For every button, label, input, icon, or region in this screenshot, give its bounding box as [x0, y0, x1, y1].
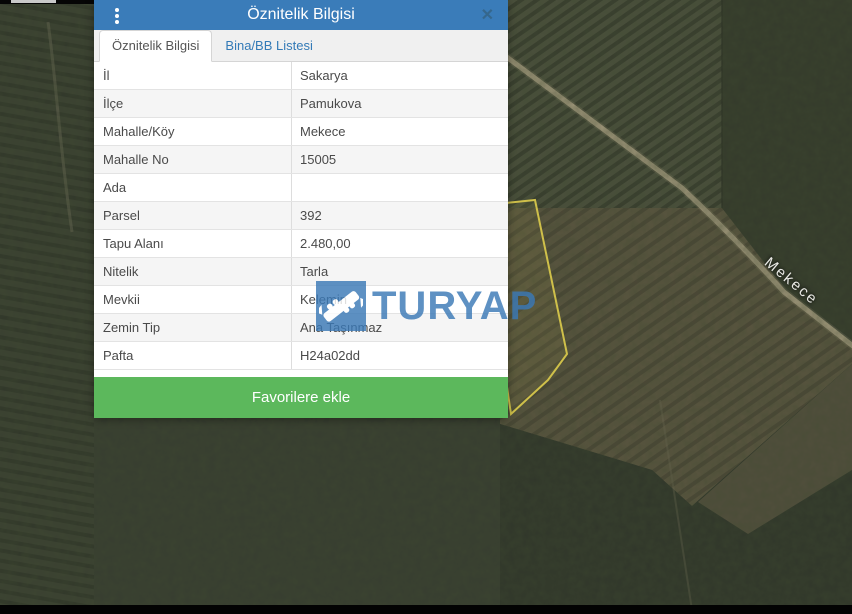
- table-row: Ada: [94, 174, 508, 202]
- table-row: İlçePamukova: [94, 90, 508, 118]
- app-screen: Mekece Öznitelik Bilgisi ✕ Öznitelik Bil…: [0, 0, 852, 614]
- table-row: Tapu Alanı2.480,00: [94, 230, 508, 258]
- row-value: Sakarya: [292, 62, 508, 89]
- row-value: H24a02dd: [292, 342, 508, 369]
- row-value: Ana Taşınmaz: [292, 314, 508, 341]
- row-label: Ada: [94, 174, 292, 201]
- row-label: Nitelik: [94, 258, 292, 285]
- row-label: Mahalle No: [94, 146, 292, 173]
- tab-bar: Öznitelik Bilgisi Bina/BB Listesi: [94, 30, 508, 62]
- attribute-table: İlSakaryaİlçePamukovaMahalle/KöyMekeceMa…: [94, 62, 508, 370]
- add-to-favorites-button[interactable]: Favorilere ekle: [94, 377, 508, 418]
- table-row: Mahalle/KöyMekece: [94, 118, 508, 146]
- tab-bina-bb-listesi[interactable]: Bina/BB Listesi: [212, 30, 325, 62]
- table-row: NitelikTarla: [94, 258, 508, 286]
- panel-title: Öznitelik Bilgisi: [247, 6, 355, 24]
- table-row: MevkiiKelemin: [94, 286, 508, 314]
- row-label: Zemin Tip: [94, 314, 292, 341]
- row-value: 2.480,00: [292, 230, 508, 257]
- row-label: Mevkii: [94, 286, 292, 313]
- row-value: 15005: [292, 146, 508, 173]
- table-row: Parsel392: [94, 202, 508, 230]
- row-label: İlçe: [94, 90, 292, 117]
- vertical-dots-icon[interactable]: [110, 5, 124, 27]
- row-value: Mekece: [292, 118, 508, 145]
- row-label: Pafta: [94, 342, 292, 369]
- top-gray-strip: [11, 0, 56, 3]
- row-value: Pamukova: [292, 90, 508, 117]
- row-label: İl: [94, 62, 292, 89]
- row-label: Parsel: [94, 202, 292, 229]
- table-row: PaftaH24a02dd: [94, 342, 508, 370]
- tab-oznitelik-bilgisi[interactable]: Öznitelik Bilgisi: [99, 30, 212, 62]
- table-row: Zemin TipAna Taşınmaz: [94, 314, 508, 342]
- table-row: Mahalle No15005: [94, 146, 508, 174]
- row-value: [292, 174, 508, 201]
- row-label: Mahalle/Köy: [94, 118, 292, 145]
- row-value: Kelemin: [292, 286, 508, 313]
- attribute-info-panel: Öznitelik Bilgisi ✕ Öznitelik Bilgisi Bi…: [94, 0, 508, 418]
- row-value: Tarla: [292, 258, 508, 285]
- row-label: Tapu Alanı: [94, 230, 292, 257]
- bottom-black-bar: [0, 605, 852, 614]
- row-value: 392: [292, 202, 508, 229]
- close-icon[interactable]: ✕: [481, 0, 494, 30]
- table-row: İlSakarya: [94, 62, 508, 90]
- panel-header: Öznitelik Bilgisi ✕: [94, 0, 508, 30]
